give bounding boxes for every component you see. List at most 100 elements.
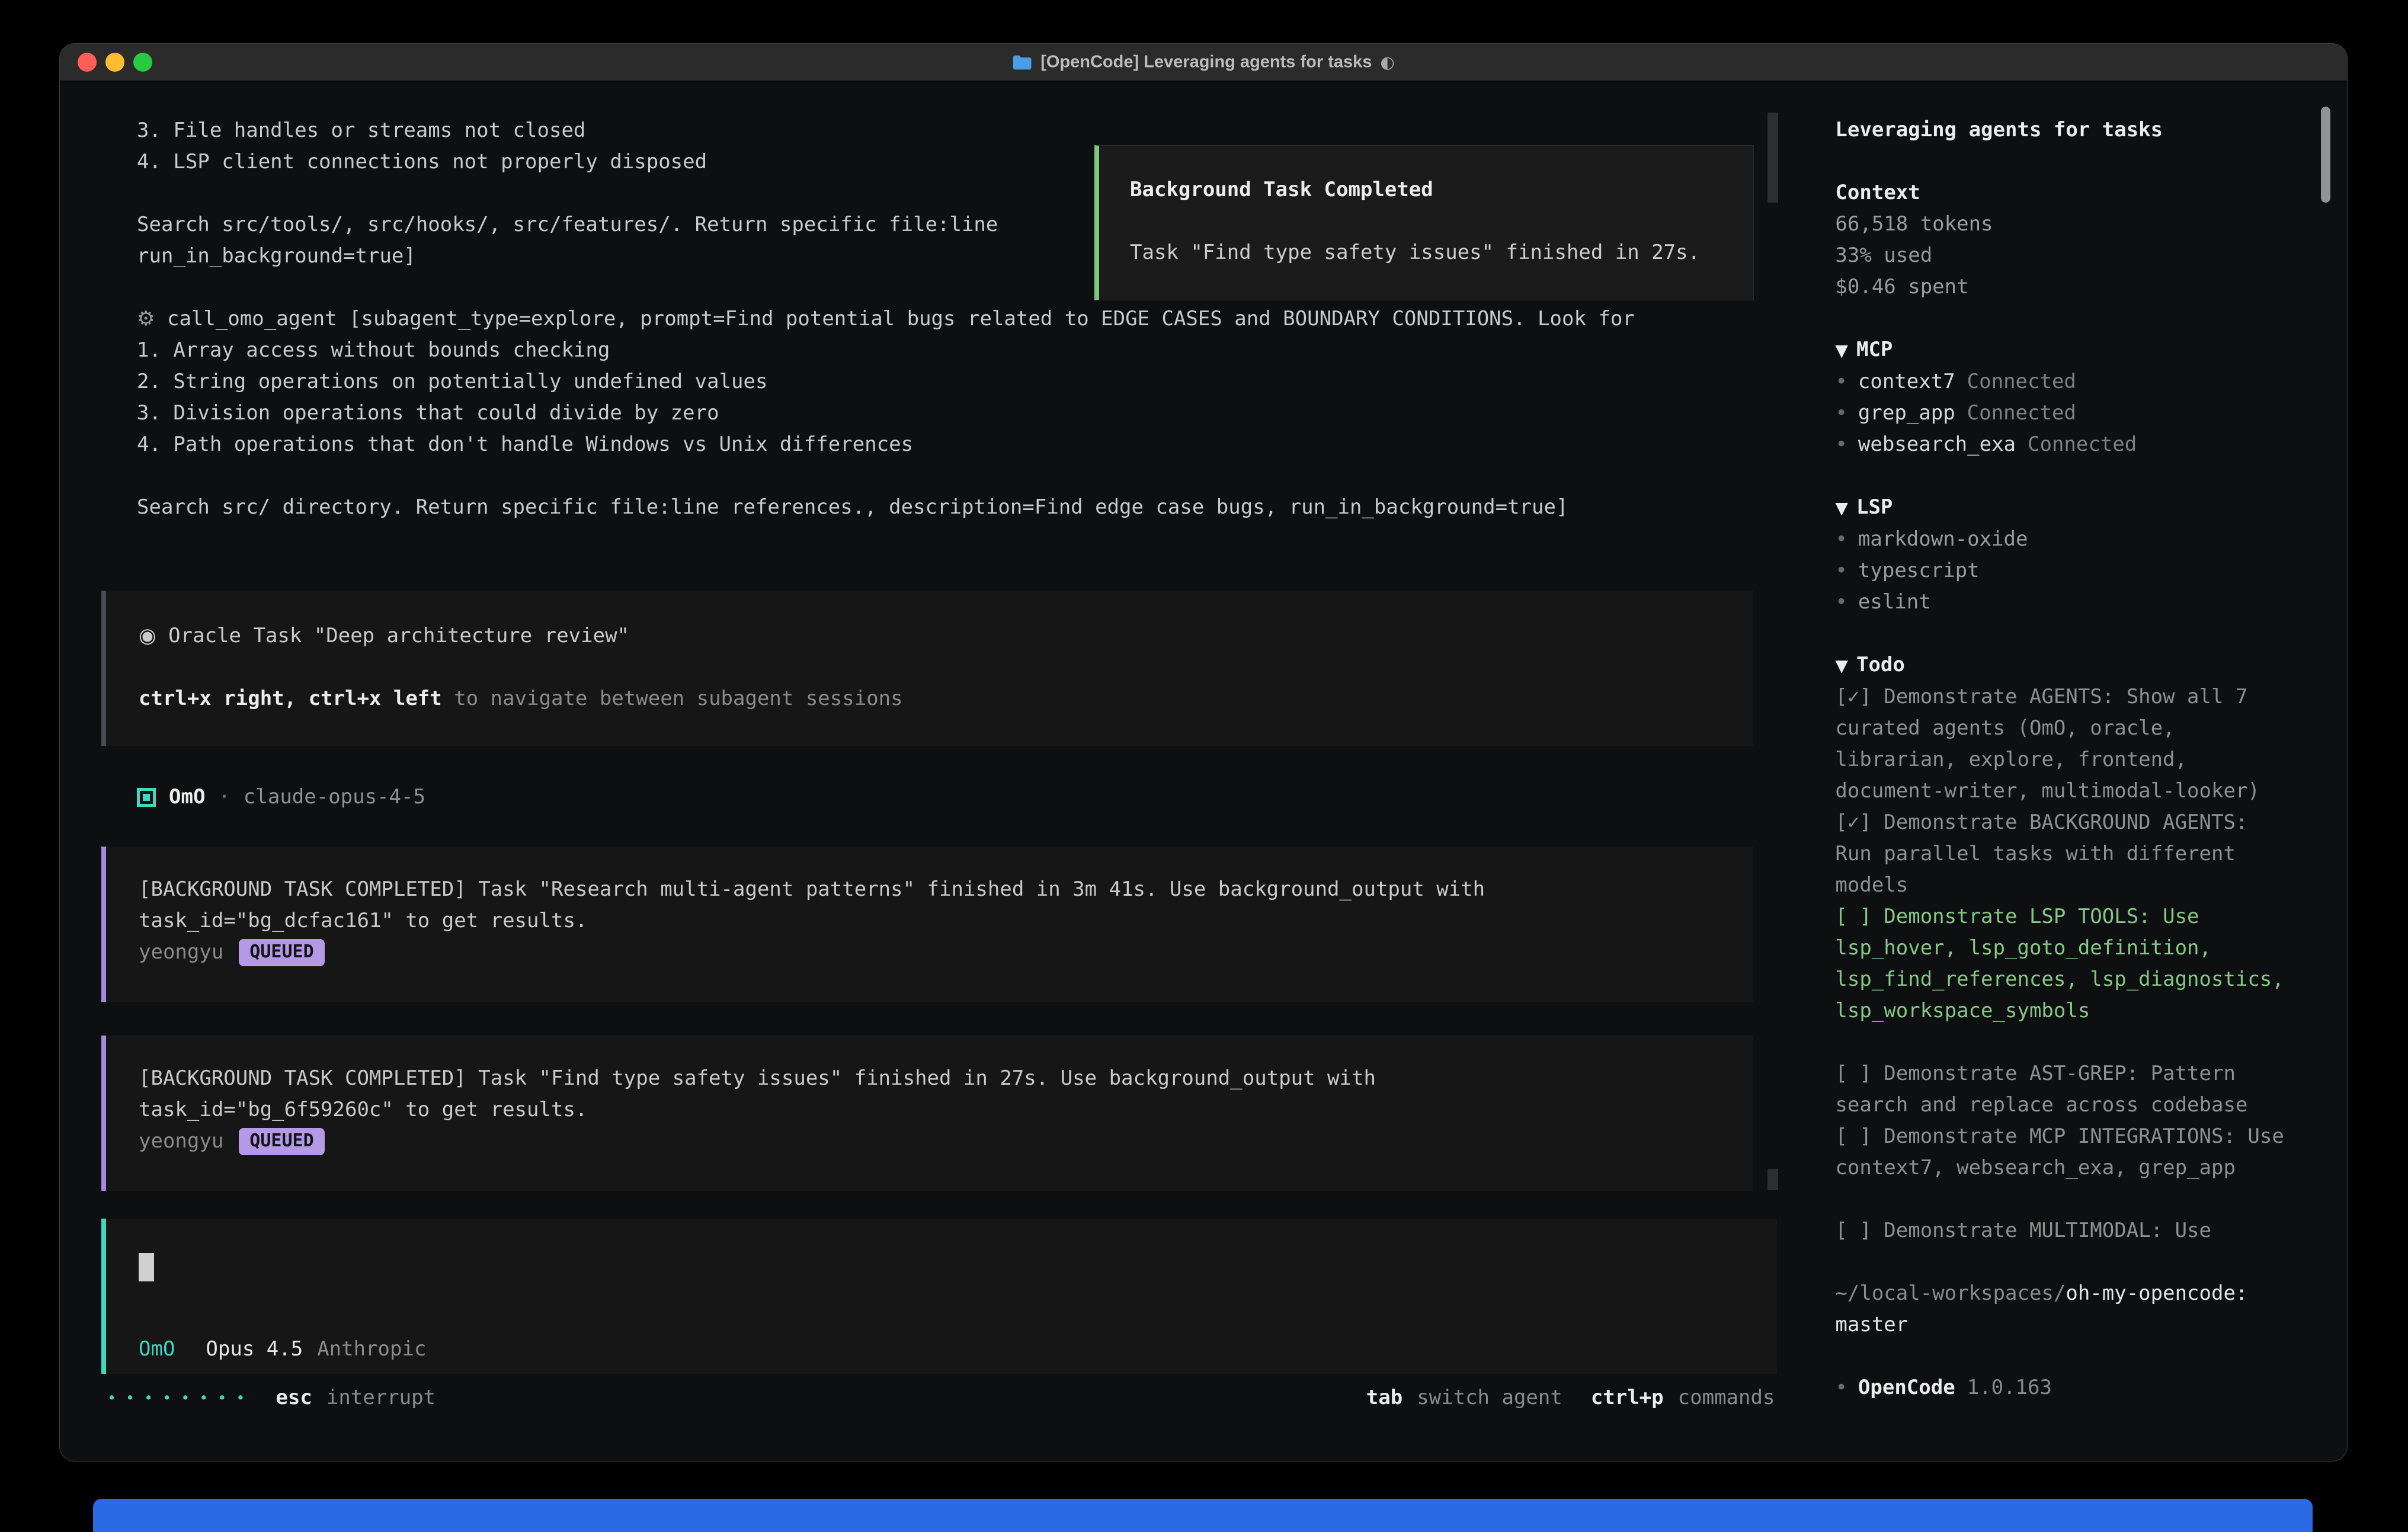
lsp-section-header[interactable]: ▼LSP (1835, 492, 2294, 524)
agent-header: OmO · claude-opus-4-5 (137, 781, 1749, 813)
agent-separator: · (218, 781, 230, 813)
blank-line (137, 460, 1749, 492)
input-model-label: Opus 4.5 (206, 1334, 303, 1365)
oracle-title: Oracle Task "Deep architecture review" (168, 624, 629, 648)
bullet-icon: • (1835, 1376, 1847, 1399)
tab-key-label: switch agent (1417, 1382, 1562, 1414)
status-bar: •••••••• esc interrupt tab switch agent … (60, 1382, 1784, 1414)
todo-section-header[interactable]: ▼Todo (1835, 649, 2294, 681)
opencode-window: [OpenCode] Leveraging agents for tasks ◐… (59, 43, 2348, 1462)
mcp-item: •context7Connected (1835, 366, 2294, 398)
tool-call-item: 2. String operations on potentially unde… (137, 366, 1749, 398)
agent-model: claude-opus-4-5 (244, 781, 425, 813)
bullet-icon: • (1835, 590, 1847, 614)
tab-key-hint: tab (1366, 1382, 1402, 1414)
toast-title: Background Task Completed (1130, 174, 1735, 206)
agent-icon (137, 788, 156, 807)
zoom-button[interactable] (133, 53, 152, 72)
lsp-item: •typescript (1835, 555, 2294, 586)
tool-call-item: 3. Division operations that could divide… (137, 398, 1749, 429)
tool-call-item: 1. Array access without bounds checking (137, 335, 1749, 366)
queued-badge: QUEUED (239, 939, 324, 966)
titlebar[interactable]: [OpenCode] Leveraging agents for tasks ◐ (60, 44, 2347, 82)
message-text: [BACKGROUND TASK COMPLETED] Task "Resear… (139, 874, 1730, 905)
oracle-title-line: ◉ Oracle Task "Deep architecture review" (139, 620, 1730, 652)
bullet-icon: • (1835, 527, 1847, 551)
message-card: [BACKGROUND TASK COMPLETED] Task "Find t… (101, 1036, 1753, 1191)
todo-item: [✓] Demonstrate BACKGROUND AGENTS: Run p… (1835, 807, 2294, 901)
bullet-icon: • (1835, 559, 1847, 582)
chevron-down-icon: ▼ (1835, 656, 1848, 675)
message-author: yeongyu (139, 1126, 223, 1157)
toast-body: Task "Find type safety issues" finished … (1130, 237, 1735, 268)
message-text: [BACKGROUND TASK COMPLETED] Task "Find t… (139, 1063, 1730, 1094)
input-meta: OmO Opus 4.5 Anthropic (139, 1334, 1753, 1365)
prompt-input[interactable]: OmO Opus 4.5 Anthropic (101, 1219, 1777, 1374)
mcp-item: •websearch_exaConnected (1835, 429, 2294, 460)
message-author: yeongyu (139, 937, 223, 968)
chevron-down-icon: ▼ (1835, 341, 1848, 360)
bullet-icon: • (1835, 432, 1847, 456)
traffic-lights (60, 53, 152, 72)
todo-item: [ ] Demonstrate MCP INTEGRATIONS: Use co… (1835, 1121, 2294, 1184)
working-dots-indicator: •••••••• (107, 1382, 254, 1414)
context-spent: $0.46 spent (1835, 271, 2294, 303)
context-used: 33% used (1835, 240, 2294, 271)
message-meta: yeongyu QUEUED (139, 937, 1730, 968)
message-meta: yeongyu QUEUED (139, 1126, 1730, 1157)
input-provider-label: Anthropic (317, 1334, 426, 1365)
agent-name: OmO (169, 781, 205, 813)
todo-item-active: [ ] Demonstrate LSP TOOLS: Use lsp_hover… (1835, 901, 2294, 1027)
main-scrollbar-thumb-top[interactable] (1767, 113, 1778, 203)
mcp-item: •grep_appConnected (1835, 398, 2294, 429)
mcp-section-header[interactable]: ▼MCP (1835, 334, 2294, 366)
gear-icon: ⚙ (137, 307, 155, 331)
lsp-item: •eslint (1835, 586, 2294, 618)
session-sidebar: Leveraging agents for tasks Context 66,5… (1784, 82, 2347, 1461)
workspace-path: ~/local-workspaces/oh-my-opencode: (1835, 1278, 2294, 1309)
context-tokens: 66,518 tokens (1835, 209, 2294, 240)
ctrlp-key-label: commands (1678, 1382, 1775, 1414)
todo-item: [ ] Demonstrate MULTIMODAL: Use (1835, 1215, 2294, 1246)
opencode-version-line: •OpenCode1.0.163 (1835, 1372, 2294, 1403)
bullet-icon: • (1835, 401, 1847, 425)
main-pane: Background Task Completed Task "Find typ… (60, 82, 1784, 1461)
status-right-hints: tab switch agent ctrl+p commands (1366, 1382, 1775, 1414)
oracle-hint-keys: ctrl+x right, ctrl+x left (139, 687, 442, 710)
esc-key-label: interrupt (326, 1382, 436, 1414)
tool-call-tail: Search src/ directory. Return specific f… (137, 492, 1749, 523)
log-line: 3. File handles or streams not closed (137, 115, 1749, 146)
oracle-hint-text: to navigate between subagent sessions (442, 687, 903, 710)
queued-badge: QUEUED (239, 1128, 324, 1155)
tool-call-text: call_omo_agent [subagent_type=explore, p… (167, 307, 1635, 331)
window-title: [OpenCode] Leveraging agents for tasks (1040, 53, 1372, 72)
background-window-strip[interactable] (93, 1499, 2313, 1532)
workspace-branch: master (1835, 1309, 2294, 1341)
window-title-group: [OpenCode] Leveraging agents for tasks ◐ (1012, 53, 1395, 72)
session-title: Leveraging agents for tasks (1835, 114, 2294, 146)
folder-icon (1012, 54, 1032, 70)
tool-call-header: ⚙ call_omo_agent [subagent_type=explore,… (137, 303, 1749, 335)
sidebar-scrollbar-thumb[interactable] (2321, 107, 2330, 203)
lsp-item: •markdown-oxide (1835, 524, 2294, 555)
message-text: task_id="bg_dcfac161" to get results. (139, 905, 1730, 937)
busy-spinner-icon: ◐ (1380, 53, 1394, 72)
todo-item: [✓] Demonstrate AGENTS: Show all 7 curat… (1835, 681, 2294, 807)
message-text: task_id="bg_6f59260c" to get results. (139, 1094, 1730, 1126)
bullet-icon: • (1835, 370, 1847, 393)
minimize-button[interactable] (105, 53, 124, 72)
close-button[interactable] (78, 53, 97, 72)
esc-key-hint: esc (276, 1382, 312, 1414)
todo-item: [ ] Demonstrate AST-GREP: Pattern search… (1835, 1058, 2294, 1121)
oracle-hint: ctrl+x right, ctrl+x left to navigate be… (139, 683, 1730, 714)
context-header: Context (1835, 177, 2294, 209)
text-cursor (139, 1253, 154, 1281)
background-task-toast: Background Task Completed Task "Find typ… (1094, 145, 1754, 300)
oracle-task-panel: ◉ Oracle Task "Deep architecture review"… (101, 591, 1753, 746)
chevron-down-icon: ▼ (1835, 498, 1848, 518)
oracle-icon: ◉ (139, 624, 156, 648)
main-scrollbar-thumb-bottom[interactable] (1767, 1169, 1778, 1190)
message-card: [BACKGROUND TASK COMPLETED] Task "Resear… (101, 847, 1753, 1002)
input-agent-label: OmO (139, 1334, 175, 1365)
ctrlp-key-hint: ctrl+p (1591, 1382, 1664, 1414)
